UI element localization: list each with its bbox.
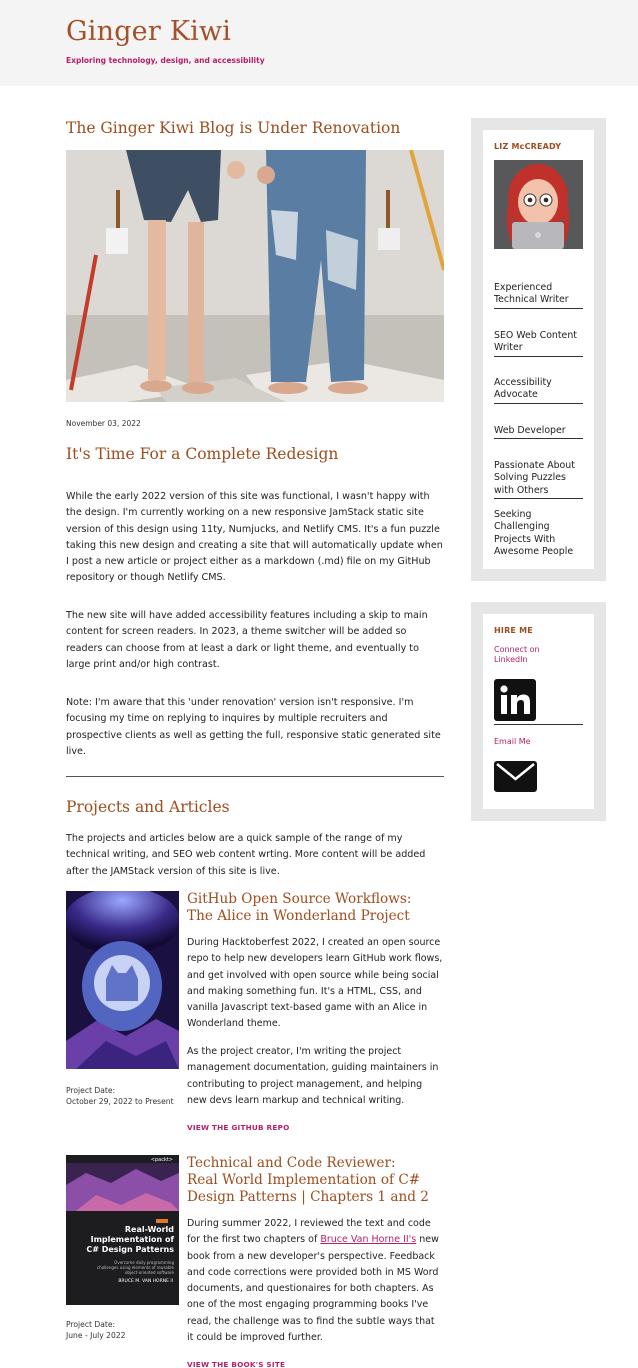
- projects-intro: The projects and articles below are a qu…: [66, 833, 426, 877]
- project-date: Project Date: October 29, 2022 to Presen…: [66, 1086, 174, 1107]
- main-content: The Ginger Kiwi Blog is Under Renovation: [66, 118, 444, 1368]
- project-description: During summer 2022, I reviewed the text …: [187, 1216, 444, 1346]
- hire-me-card-inner: HIRE ME Connect on LinkedIn Email Me: [483, 614, 594, 809]
- project-date: Project Date: June - July 2022: [66, 1320, 126, 1341]
- avatar-memoji: [494, 160, 583, 249]
- github-project-thumbnail[interactable]: [66, 891, 179, 1069]
- project-date-value: October 29, 2022 to Present: [66, 1096, 174, 1106]
- hero-image: [66, 150, 444, 402]
- profile-card: LIZ McCREADY Experienced Technical Write…: [471, 118, 606, 581]
- email-icon[interactable]: [494, 761, 537, 792]
- project-title-line: The Alice in Wonderland Project: [187, 908, 410, 924]
- post-paragraph: While the early 2022 version of this sit…: [66, 491, 443, 584]
- profile-card-inner: LIZ McCREADY Experienced Technical Write…: [483, 130, 594, 569]
- renovation-photo: [66, 150, 444, 402]
- view-book-site-link[interactable]: VIEW THE BOOK'S SITE: [187, 1360, 285, 1368]
- project-date-label: Project Date:: [66, 1320, 116, 1329]
- hire-me-heading: HIRE ME: [494, 626, 533, 635]
- book-title-line: Implementation of: [90, 1235, 174, 1244]
- post-title: The Ginger Kiwi Blog is Under Renovation: [66, 119, 401, 137]
- role-web-developer: Web Developer: [494, 425, 583, 440]
- avatar: [494, 160, 583, 249]
- post-date: November 03, 2022: [66, 419, 141, 428]
- project-title[interactable]: Technical and Code Reviewer: Real World …: [187, 1155, 444, 1206]
- book-title-line: Real-World: [124, 1225, 174, 1234]
- book-publisher: <packt>: [150, 1157, 173, 1163]
- project-date-label: Project Date:: [66, 1086, 116, 1095]
- role-accessibility-advocate: Accessibility Advocate: [494, 377, 583, 404]
- email-label[interactable]: Email Me: [494, 737, 531, 746]
- view-github-repo-link[interactable]: VIEW THE GITHUB REPO: [187, 1123, 290, 1132]
- linkedin-icon[interactable]: [494, 679, 536, 721]
- book-tagline: Overcome daily programming challenges us…: [96, 1260, 174, 1275]
- role-seeking-projects: Seeking Challenging Projects With Awesom…: [494, 509, 574, 557]
- role-technical-writer: Experienced Technical Writer: [494, 282, 583, 309]
- book-cover-thumbnail[interactable]: <packt> Real-World Implementation of C# …: [66, 1155, 179, 1305]
- post-paragraph: Note: I'm aware that this 'under renovat…: [66, 697, 441, 757]
- hire-me-card: HIRE ME Connect on LinkedIn Email Me: [471, 602, 606, 821]
- github-octocat-image: [66, 891, 179, 1069]
- profile-name: LIZ McCREADY: [494, 142, 562, 151]
- project-title[interactable]: GitHub Open Source Workflows: The Alice …: [187, 891, 444, 925]
- project-description: As the project creator, I'm writing the …: [187, 1046, 439, 1106]
- project-title-line: Real World Implementation of C#: [187, 1172, 421, 1188]
- author-link[interactable]: Bruce Van Horne II's: [320, 1234, 416, 1245]
- project-date-value: June - July 2022: [66, 1330, 126, 1340]
- site-tagline: Exploring technology, design, and access…: [66, 56, 265, 65]
- project-description-text: new book from a new developer's perspect…: [187, 1234, 439, 1344]
- project-title-line: Technical and Code Reviewer:: [187, 1155, 396, 1171]
- book-title: Real-World Implementation of C# Design P…: [66, 1225, 174, 1255]
- project-title-line: GitHub Open Source Workflows:: [187, 891, 412, 907]
- linkedin-label[interactable]: Connect on LinkedIn: [494, 645, 564, 665]
- project-title-line: Design Patterns | Chapters 1 and 2: [187, 1189, 429, 1205]
- book-author: BRUCE M. VAN HORNE II: [118, 1279, 173, 1284]
- role-puzzle-solver: Passionate About Solving Puzzles with Ot…: [494, 460, 583, 499]
- section-divider: [66, 776, 444, 777]
- site-title[interactable]: Ginger Kiwi: [66, 16, 231, 47]
- hire-divider: [494, 724, 583, 725]
- post-subtitle: It's Time For a Complete Redesign: [66, 445, 339, 463]
- project-description: During Hacktoberfest 2022, I created an …: [187, 937, 443, 1030]
- book-title-line: C# Design Patterns: [86, 1245, 174, 1254]
- projects-title: Projects and Articles: [66, 798, 230, 816]
- role-seo-writer: SEO Web Content Writer: [494, 330, 583, 357]
- site-header: Ginger Kiwi Exploring technology, design…: [0, 0, 638, 86]
- post-paragraph: The new site will have added accessibili…: [66, 610, 428, 670]
